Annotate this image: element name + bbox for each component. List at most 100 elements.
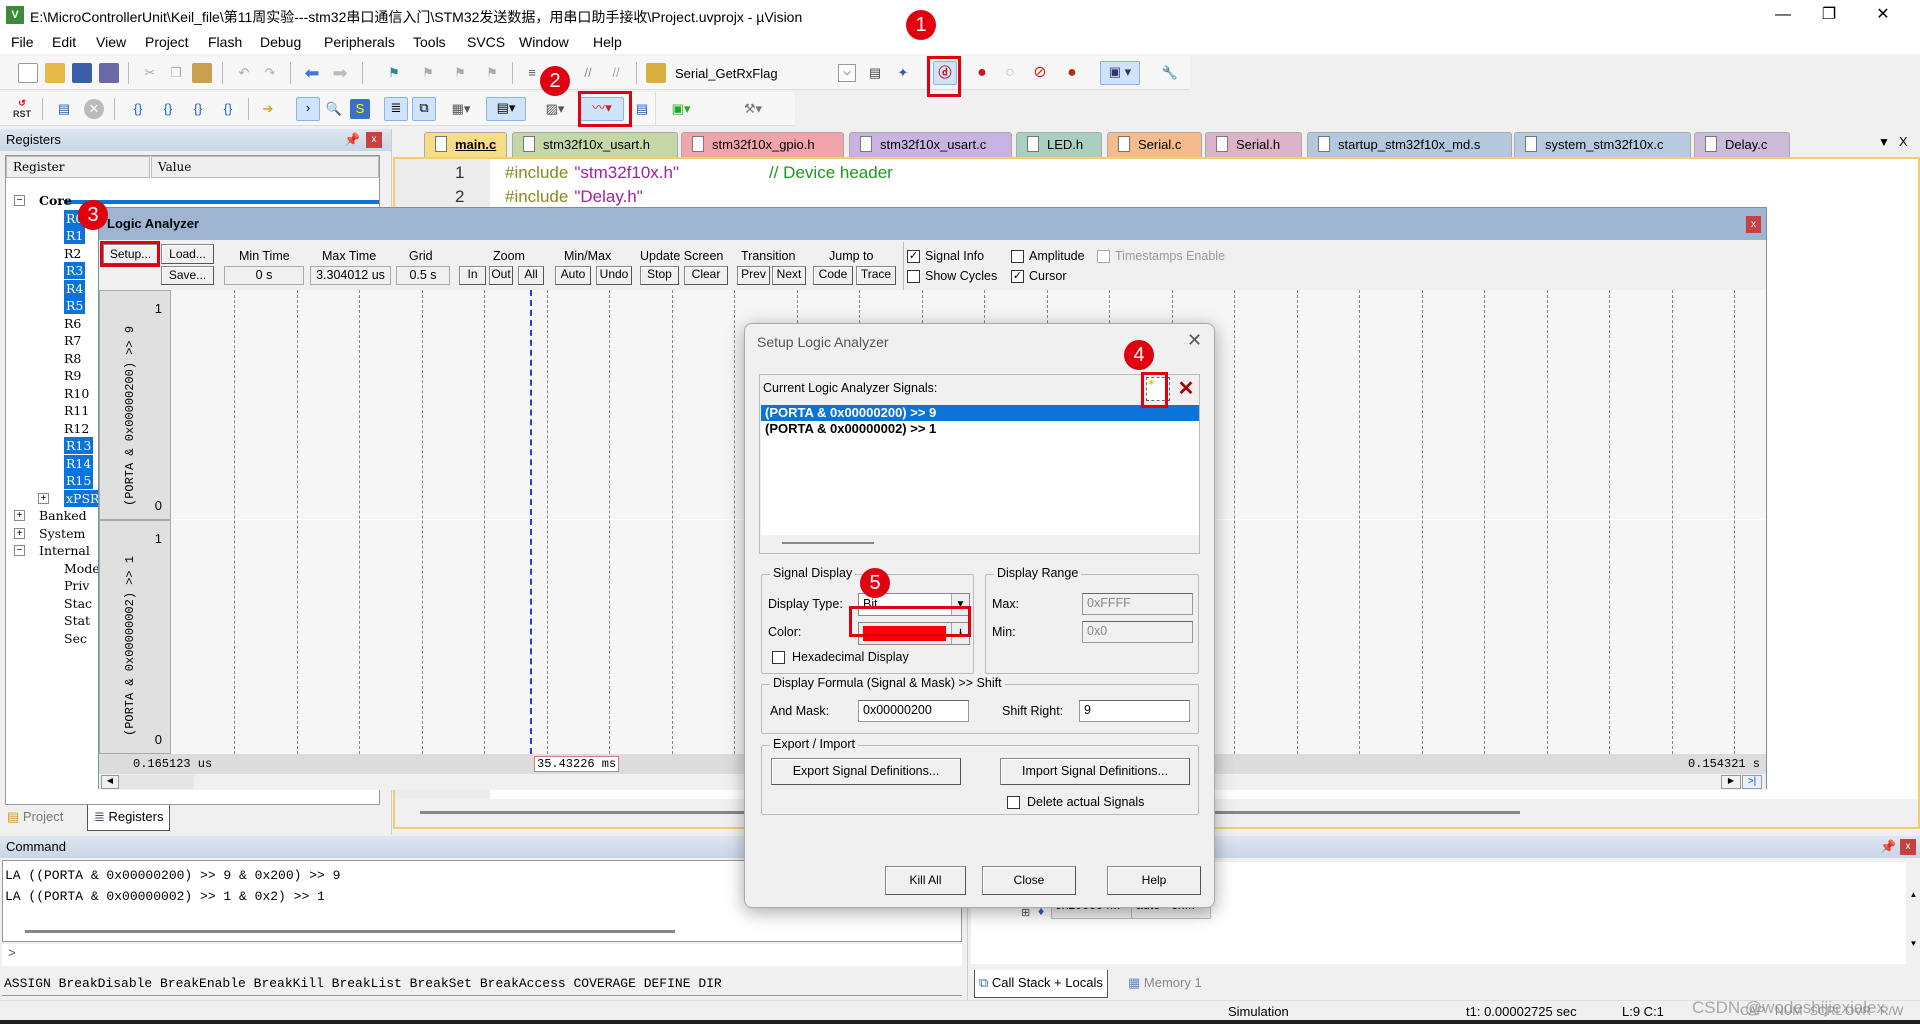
next-bookmark-icon[interactable]: ⚑ (450, 63, 470, 83)
menu-tools[interactable]: Tools (413, 34, 446, 50)
signal-info-checkbox[interactable]: ✓ (907, 250, 920, 263)
register-row-r3[interactable]: R3 (64, 262, 86, 279)
kill-breakpoints-icon[interactable]: ● (1062, 63, 1082, 83)
register-row-r11[interactable]: R11 (64, 402, 89, 419)
signal-label-2[interactable]: 1 0 (PORTA & 0x00000002) >> 1 (99, 520, 171, 754)
register-row-stat[interactable]: Stat (64, 612, 90, 629)
expand-icon[interactable]: + (38, 492, 49, 504)
signal-list-item[interactable]: (PORTA & 0x00000200) >> 9 (761, 405, 1199, 421)
registers-window-icon[interactable]: ≣ (384, 97, 408, 121)
register-row-r8[interactable]: R8 (64, 350, 81, 367)
disassembly-window-icon[interactable]: 🔍 (324, 99, 344, 119)
kill-all-button[interactable]: Kill All (885, 866, 966, 895)
redo-icon[interactable]: ↷ (260, 63, 280, 83)
register-row-system[interactable]: System (39, 525, 85, 542)
command-input[interactable]: > (2, 944, 962, 966)
menu-peripherals[interactable]: Peripherals (324, 34, 395, 50)
reset-cpu-icon[interactable]: ↺ RST (12, 98, 32, 119)
trace-windows-icon[interactable]: ▤ (632, 99, 652, 119)
register-row-r9[interactable]: R9 (64, 367, 81, 384)
expand-icon[interactable]: + (14, 510, 25, 521)
scrollbar-thumb[interactable] (119, 775, 194, 789)
save-all-icon[interactable] (99, 63, 119, 83)
collapse-icon[interactable]: − (14, 545, 25, 556)
register-row-r5[interactable]: R5 (64, 297, 86, 314)
menu-project[interactable]: Project (145, 34, 189, 50)
tab-startup-stm32f10x-md-s[interactable]: startup_stm32f10x_md.s (1307, 132, 1512, 157)
tab-list-dropdown[interactable]: ▼ (1878, 135, 1890, 149)
minimize-button[interactable]: — (1760, 2, 1806, 28)
delete-signal-icon[interactable]: ✕ (1174, 377, 1198, 401)
register-row-sec[interactable]: Sec (64, 630, 87, 647)
disable-breakpoints-icon[interactable]: ⊘ (1030, 63, 1050, 83)
register-row-r12[interactable]: R12 (64, 420, 89, 437)
export-signal-definitions-button[interactable]: Export Signal Definitions... (771, 758, 961, 785)
tab-stm32f10x-gpio-h[interactable]: stm32f10x_gpio.h (681, 132, 844, 157)
tab-serial-h[interactable]: Serial.h (1205, 132, 1302, 157)
maximize-button[interactable]: ❐ (1806, 2, 1852, 28)
save-button[interactable]: Save... (161, 266, 214, 285)
insert-breakpoint-icon[interactable]: ● (972, 63, 992, 83)
menu-file[interactable]: File (11, 34, 34, 50)
toolbox-icon[interactable]: ⚒▾ (736, 99, 770, 119)
tab-led-h[interactable]: LED.h (1016, 132, 1102, 157)
signals-list[interactable]: (PORTA & 0x00000200) >> 9 (PORTA & 0x0000… (761, 405, 1199, 535)
register-row-core[interactable]: Core (39, 192, 72, 209)
show-next-statement-icon[interactable]: ➔ (258, 99, 278, 119)
stop-icon[interactable]: ✕ (84, 99, 104, 119)
signal-label-1[interactable]: 1 0 (PORTA & 0x00000200) >> 9 (99, 290, 171, 520)
call-stack-window-icon[interactable]: ⧉ (412, 97, 436, 121)
scroll-left-arrow[interactable]: ◀ (101, 775, 119, 789)
wrench-icon[interactable]: 🔧 (1160, 63, 1180, 83)
step-into-icon[interactable]: {} (128, 99, 148, 119)
register-row-stac[interactable]: Stac (64, 595, 92, 612)
zoom-in-button[interactable]: In (459, 266, 486, 285)
signals-list-scrollbar[interactable] (782, 542, 874, 544)
run-to-cursor-icon[interactable]: {} (218, 99, 238, 119)
import-signal-definitions-button[interactable]: Import Signal Definitions... (1000, 758, 1190, 785)
pin-icon[interactable]: 📌 (1880, 839, 1896, 855)
menu-svcs[interactable]: SVCS (467, 34, 505, 50)
tab-project[interactable]: ▤ Project (7, 809, 63, 825)
tab-system-stm32f10x-c[interactable]: system_stm32f10x.c (1514, 132, 1691, 157)
clear-button[interactable]: Clear (684, 266, 728, 285)
column-header-register[interactable]: Register (6, 156, 150, 178)
close-tab-button[interactable]: X (1899, 134, 1908, 149)
close-panel-icon[interactable]: x (1900, 839, 1916, 855)
step-over-icon[interactable]: {} (158, 99, 178, 119)
pin-icon[interactable]: 📌 (344, 132, 360, 148)
dialog-close-icon[interactable]: ✕ (1187, 330, 1202, 351)
show-cycles-checkbox[interactable] (907, 270, 920, 283)
jump-trace-button[interactable]: Trace (856, 266, 896, 285)
tab-registers[interactable]: ≣ Registers (87, 805, 171, 831)
jump-code-button[interactable]: Code (813, 266, 853, 285)
undo-button[interactable]: Undo (596, 266, 632, 285)
tab-stm32f10x-usart-c[interactable]: stm32f10x_usart.c (849, 132, 1012, 157)
tab-call-stack-locals[interactable]: ⧉ Call Stack + Locals (974, 970, 1108, 998)
auto-button[interactable]: Auto (555, 266, 591, 285)
register-row-r10[interactable]: R10 (64, 385, 89, 402)
comment-icon[interactable]: // (578, 63, 598, 83)
stop-button[interactable]: Stop (640, 266, 679, 285)
scroll-down-arrow[interactable]: ▼ (1906, 939, 1920, 948)
hex-display-checkbox[interactable] (772, 651, 785, 664)
copy-icon[interactable]: ❐ (166, 63, 186, 83)
scroll-to-end-button[interactable]: >| (1742, 775, 1762, 789)
tab-delay-c[interactable]: Delay.c (1694, 132, 1790, 157)
register-row-r14[interactable]: R14 (64, 454, 94, 472)
step-out-icon[interactable]: {} (188, 99, 208, 119)
clear-bookmarks-icon[interactable]: ⚑ (482, 63, 502, 83)
command-scrollbar[interactable] (25, 930, 675, 933)
indent-icon[interactable]: ≡ (522, 63, 542, 83)
function-combo[interactable]: Serial_GetRxFlag (675, 66, 778, 81)
register-row-r1[interactable]: R1 (64, 227, 86, 244)
load-button[interactable]: Load... (161, 244, 214, 264)
bookmark-icon[interactable]: ⚑ (384, 63, 404, 83)
paste-icon[interactable] (192, 63, 212, 83)
symbols-window-icon[interactable]: S (350, 99, 370, 119)
tab-serial-c[interactable]: Serial.c (1107, 132, 1202, 157)
cursor-line[interactable] (530, 290, 532, 754)
run-icon[interactable]: ▤ (54, 99, 74, 119)
new-file-icon[interactable] (18, 63, 38, 83)
undo-icon[interactable]: ↶ (234, 63, 254, 83)
